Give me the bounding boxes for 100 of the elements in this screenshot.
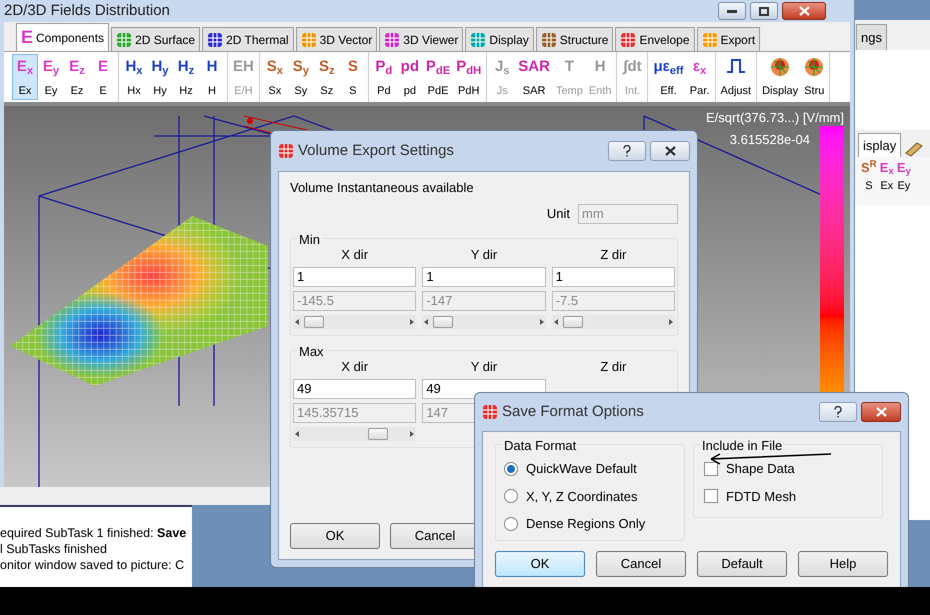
toolbar-button[interactable]: Stru: [801, 54, 828, 100]
checkbox-label: FDTD Mesh: [726, 488, 796, 506]
maximize-button[interactable]: [750, 2, 778, 20]
toolbar-button[interactable]: S S: [340, 54, 366, 100]
minimize-button[interactable]: [718, 2, 746, 20]
tab[interactable]: Display: [465, 27, 534, 51]
log-line: l SubTasks finished: [0, 541, 108, 557]
toolbar-button[interactable]: P$_{d}$ Pd: [370, 54, 397, 100]
toolbar-button[interactable]: P$_{dH}$ PdH: [453, 54, 484, 100]
toolbar-button[interactable]: E$_{x}$ Ex: [12, 54, 38, 100]
toolbar-button[interactable]: E E: [90, 54, 116, 100]
toolbar-button[interactable]: E$_{z}$ Ez: [64, 54, 90, 100]
mesh-icon: [770, 57, 790, 77]
help-button[interactable]: [819, 402, 857, 422]
tab[interactable]: 2D Surface: [111, 27, 200, 51]
toolbar-button[interactable]: S$_{y}$ Sy: [288, 54, 314, 100]
field-glyph: E$_{y}$: [42, 57, 60, 77]
field-glyph: H: [594, 57, 606, 77]
right-arrow-icon: [669, 318, 673, 324]
dialog-button[interactable]: OK: [290, 523, 380, 549]
question-mark-icon: [834, 406, 842, 418]
dialog-button[interactable]: Help: [798, 550, 888, 576]
pulse-icon: [724, 57, 747, 75]
toolbar-button[interactable]: S$_{x}$ Sx: [262, 54, 288, 100]
scrollbar-thumb[interactable]: [304, 316, 324, 328]
field-glyph: ∫dt: [623, 57, 642, 77]
maximize-icon: [759, 6, 769, 16]
tab[interactable]: 3D Vector: [296, 27, 378, 51]
scrollbar-thumb[interactable]: [433, 316, 454, 328]
grid-icon: [207, 32, 224, 48]
toolbar-button[interactable]: E$_{y}$ Ey: [38, 54, 64, 100]
field-glyph: H$_{z}$: [178, 57, 194, 77]
tab[interactable]: ngs: [856, 24, 887, 50]
field-glyph: S$^{R}$: [861, 158, 877, 177]
radio-label: X, Y, Z Coordinates: [526, 488, 638, 506]
grid-icon: [470, 32, 486, 48]
toolbar-button[interactable]: Adjust: [718, 54, 754, 100]
close-button[interactable]: [861, 402, 901, 422]
tab[interactable]: Export: [696, 27, 760, 51]
scrollbar-thumb[interactable]: [368, 428, 388, 440]
scrollbar-thumb[interactable]: [562, 316, 583, 328]
toolbar-button[interactable]: pd pd: [396, 54, 423, 100]
tab[interactable]: 3D Viewer: [379, 27, 464, 51]
scrollbar[interactable]: [422, 314, 546, 328]
close-button[interactable]: [782, 2, 826, 20]
column-header: Z dir: [599, 246, 628, 262]
field-glyph: pd: [400, 57, 419, 77]
right-arrow-icon: [540, 318, 544, 324]
left-arrow-icon: [424, 318, 428, 324]
index-field[interactable]: 1: [422, 266, 546, 286]
tab[interactable]: Envelope: [615, 27, 694, 51]
toolbar-button[interactable]: P$_{dE}$ PdE: [422, 54, 454, 100]
question-mark-icon: [623, 145, 631, 157]
field-glyph: P$_{dE}$: [426, 57, 450, 77]
close-icon: [664, 146, 676, 156]
grid-icon: [278, 143, 294, 159]
checkbox[interactable]: [704, 489, 718, 504]
checkbox-label: Shape Data: [726, 460, 795, 478]
close-button[interactable]: [650, 141, 690, 161]
column-header: X dir: [340, 358, 370, 374]
tab[interactable]: 2D Thermal: [202, 27, 294, 51]
column-header: Z dir: [599, 358, 628, 374]
tab[interactable]: E Components: [16, 23, 110, 51]
radio-button[interactable]: [504, 489, 518, 504]
toolbar-button[interactable]: Display: [759, 54, 802, 100]
toolbar-button[interactable]: SAR SAR: [515, 54, 553, 100]
dialog-button[interactable]: Default: [697, 550, 787, 576]
toolbar-button[interactable]: S$^{R}$ S: [860, 157, 878, 205]
field-glyph: S$_{z}$: [319, 57, 335, 77]
field-glyph: E: [98, 57, 108, 77]
toolbar-button[interactable]: ε$_{x}$ Par.: [686, 54, 713, 100]
scrollbar[interactable]: [293, 314, 416, 328]
radio-button[interactable]: [504, 462, 518, 476]
grid-icon: [540, 32, 557, 48]
field-glyph: E$_{z}$: [69, 57, 85, 77]
tab[interactable]: Structure: [536, 27, 614, 51]
toolbar-button[interactable]: με$_{eff}$ Eff.: [650, 54, 687, 100]
toolbar-button[interactable]: H H: [199, 54, 225, 100]
scrollbar[interactable]: [293, 426, 416, 440]
index-field[interactable]: 1: [552, 266, 675, 286]
toolbar-button[interactable]: E$_{y}$ Ey: [896, 157, 912, 205]
toolbar-button[interactable]: S$_{z}$ Sz: [314, 54, 340, 100]
dialog-title: Volume Export Settings: [298, 140, 454, 161]
toolbar-button[interactable]: E$_{x}$ Ex: [878, 157, 895, 205]
index-field[interactable]: 49: [293, 378, 416, 398]
dialog-button[interactable]: OK: [495, 550, 585, 576]
scale-max-value: 3.615528e-04: [730, 131, 810, 149]
index-field[interactable]: 1: [293, 266, 416, 286]
toolbar-button[interactable]: H$_{y}$ Hy: [147, 54, 173, 100]
radio-button[interactable]: [504, 516, 518, 531]
column-header: X dir: [340, 246, 370, 262]
left-arrow-icon: [295, 318, 299, 324]
toolbar-button[interactable]: H$_{x}$ Hx: [121, 54, 147, 100]
checkbox[interactable]: [704, 462, 718, 476]
toolbar-button[interactable]: H$_{z}$ Hz: [173, 54, 199, 100]
tab[interactable]: isplay: [858, 133, 902, 157]
dialog-button[interactable]: Cancel: [596, 550, 686, 576]
help-button[interactable]: [608, 141, 646, 161]
grid-icon: [116, 32, 132, 48]
scrollbar[interactable]: [552, 314, 675, 328]
